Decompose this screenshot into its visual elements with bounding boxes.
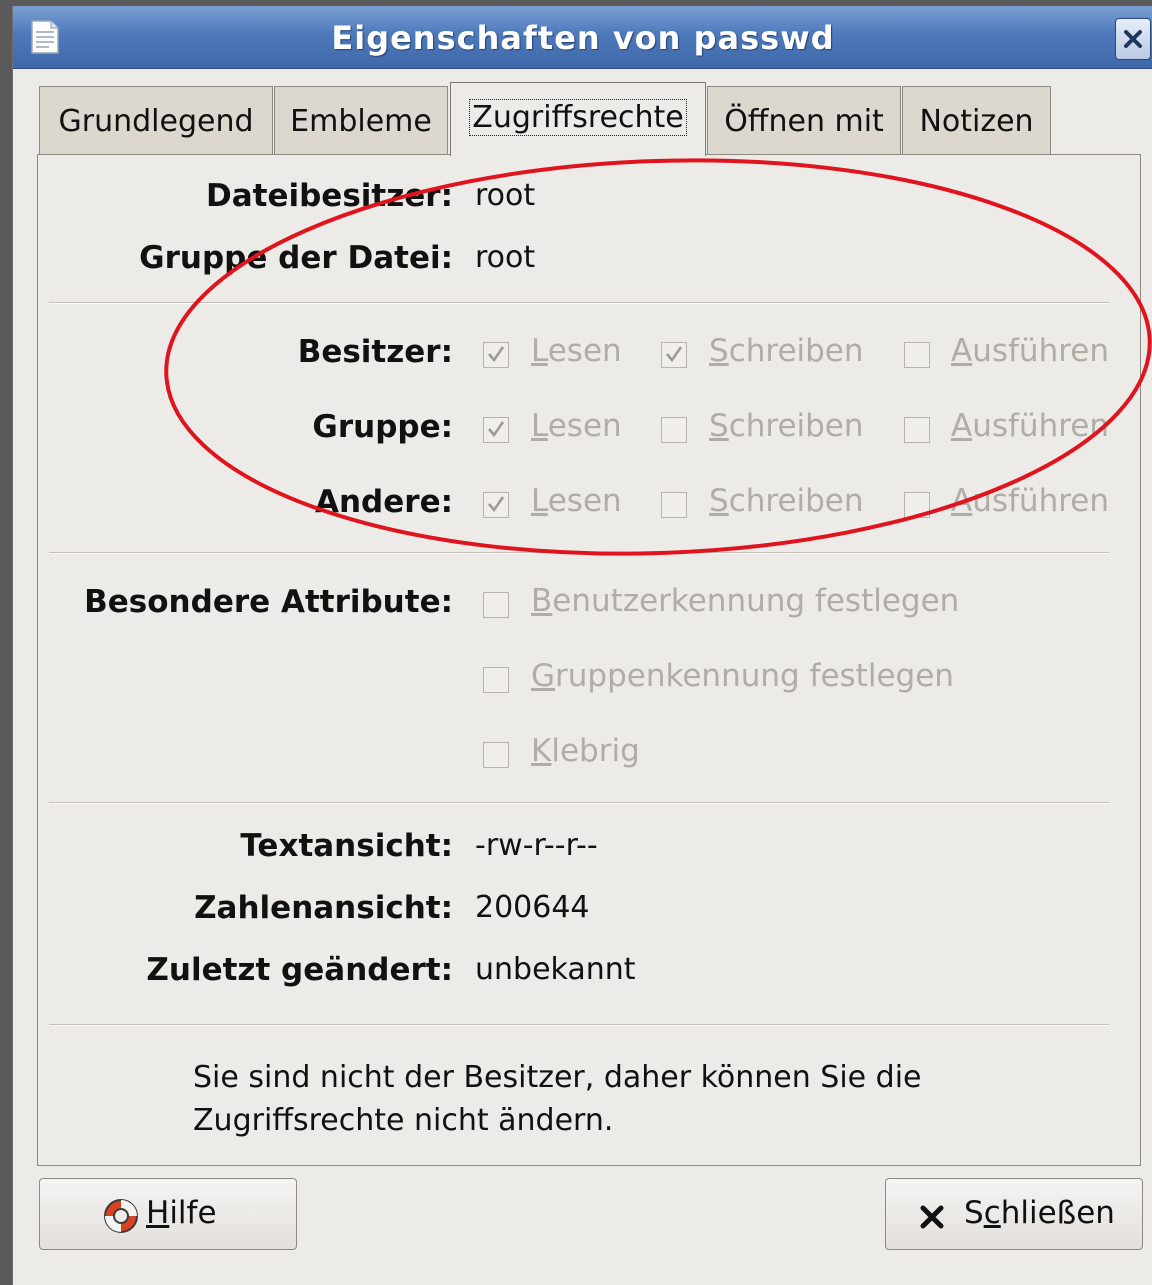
tab-zugriffsrechte[interactable]: Zugriffsrechte — [450, 82, 706, 156]
annotation-ellipse — [164, 158, 1152, 556]
tab-label: Zugriffsrechte — [469, 99, 687, 136]
